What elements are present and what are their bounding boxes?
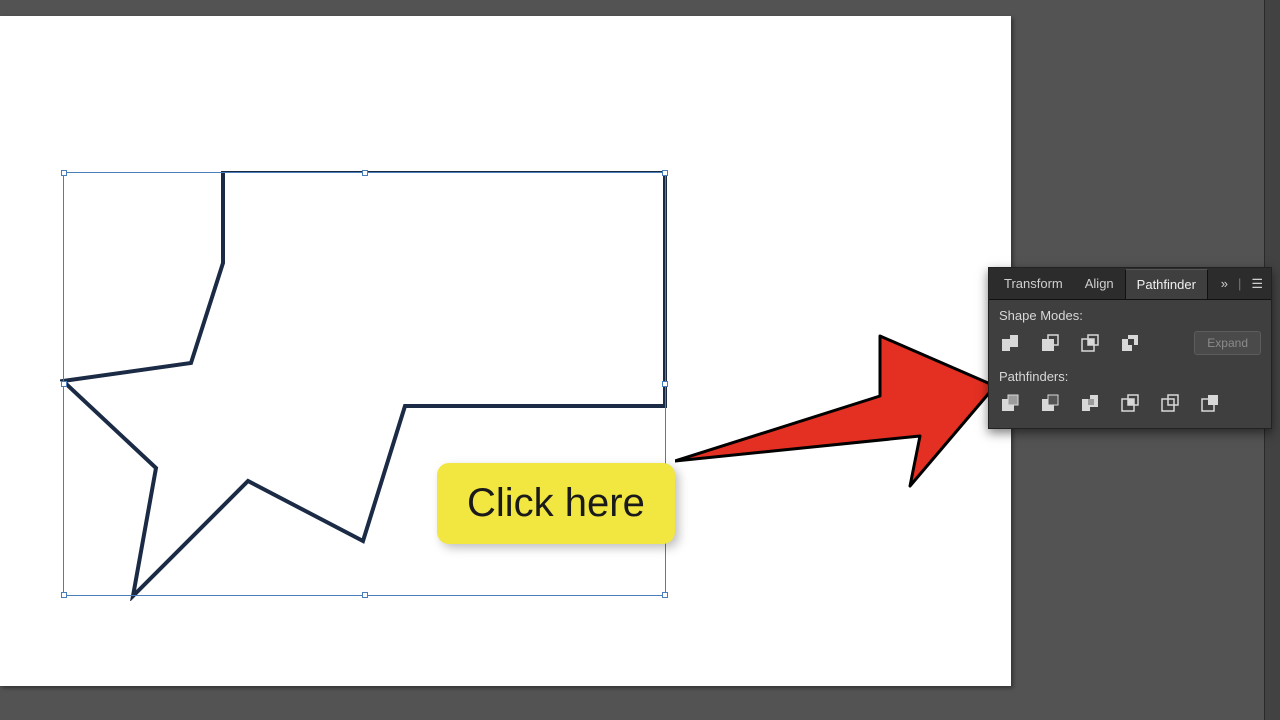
panel-menu-icon[interactable]: ☰ (1247, 274, 1267, 294)
outline-icon[interactable] (1159, 392, 1181, 414)
tab-transform[interactable]: Transform (993, 269, 1074, 298)
minus-front-icon[interactable] (1039, 332, 1061, 354)
pathfinders-label: Pathfinders: (989, 365, 1271, 386)
divide-icon[interactable] (999, 392, 1021, 414)
pathfinders-row (989, 386, 1271, 428)
separator: | (1238, 276, 1241, 291)
panel-collapse-icon[interactable]: » (1217, 274, 1232, 293)
canvas-artboard[interactable]: Click here (0, 16, 1011, 686)
shape-modes-row: Expand (989, 325, 1271, 365)
minus-back-icon[interactable] (1199, 392, 1221, 414)
pathfinder-panel: Transform Align Pathfinder » | ☰ Shape M… (988, 267, 1272, 429)
instruction-arrow-icon (675, 331, 995, 491)
instruction-callout: Click here (437, 463, 675, 544)
shape-modes-label: Shape Modes: (989, 300, 1271, 325)
merge-icon[interactable] (1079, 392, 1101, 414)
panel-tab-strip: Transform Align Pathfinder » | ☰ (989, 268, 1271, 300)
tab-label: Pathfinder (1137, 277, 1196, 292)
tab-label: Align (1085, 276, 1114, 291)
expand-label: Expand (1207, 336, 1248, 350)
unite-icon[interactable] (999, 332, 1021, 354)
intersect-icon[interactable] (1079, 332, 1101, 354)
tab-pathfinder[interactable]: Pathfinder (1125, 269, 1208, 299)
trim-icon[interactable] (1039, 392, 1061, 414)
crop-icon[interactable] (1119, 392, 1141, 414)
tab-label: Transform (1004, 276, 1063, 291)
exclude-icon[interactable] (1119, 332, 1141, 354)
expand-button[interactable]: Expand (1194, 331, 1261, 355)
callout-text: Click here (467, 481, 645, 525)
tab-align[interactable]: Align (1074, 269, 1125, 298)
